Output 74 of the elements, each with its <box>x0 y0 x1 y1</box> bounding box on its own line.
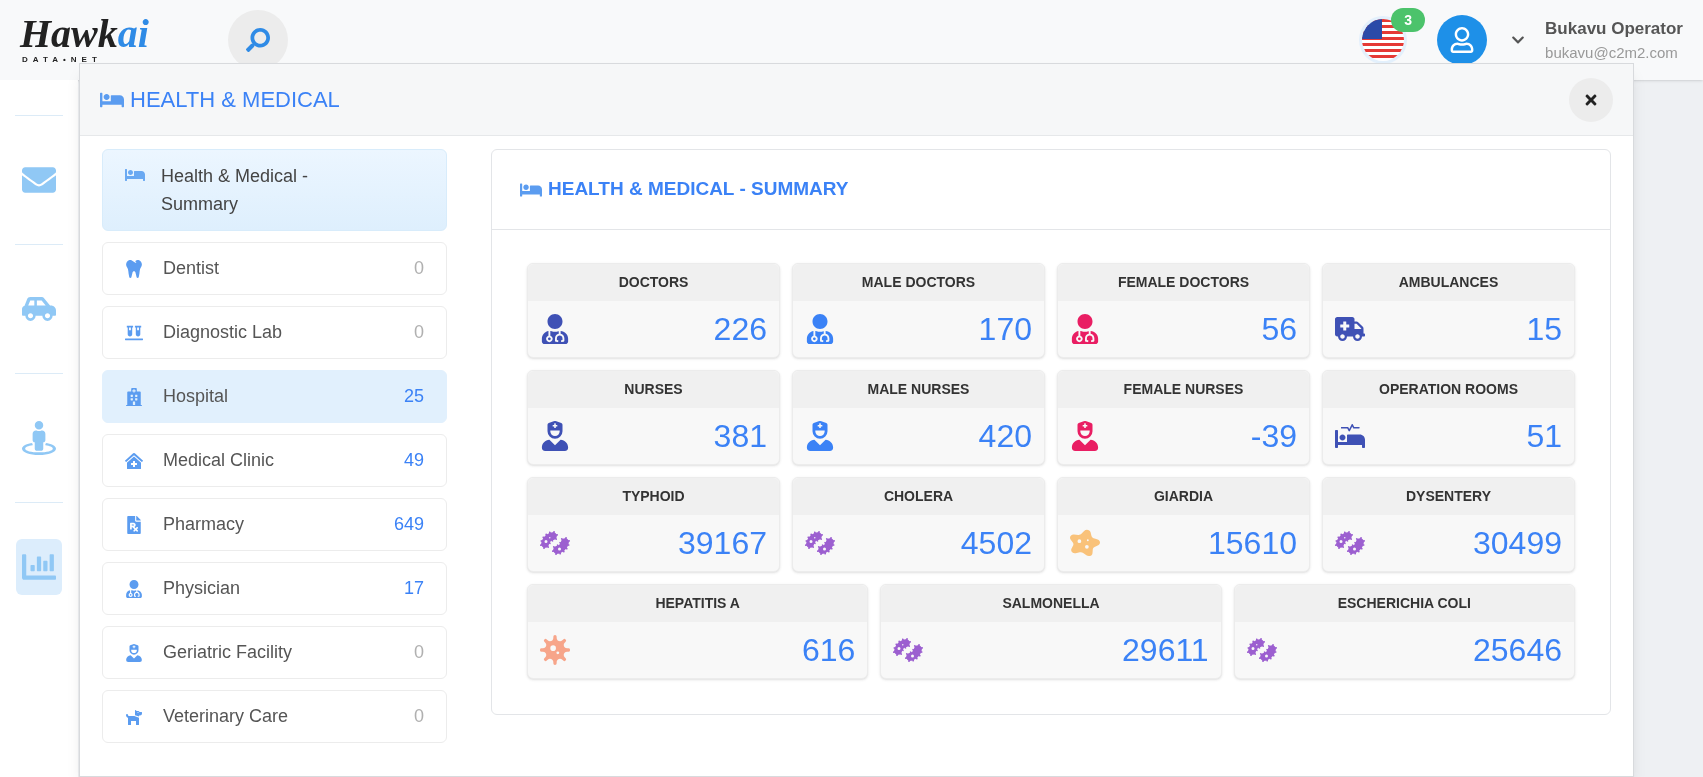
category-item[interactable]: Hospital 25 <box>102 370 447 423</box>
stat-value: 170 <box>978 310 1032 349</box>
stat-value: 616 <box>801 631 856 670</box>
stat-label: ESCHERICHIA COLI <box>1337 594 1471 613</box>
category-label: Dentist <box>163 257 221 280</box>
stat-label: OPERATION ROOMS <box>1379 380 1518 399</box>
stat-label: DYSENTERY <box>1405 487 1492 506</box>
nurse-icon <box>125 643 143 662</box>
doctor-icon <box>125 579 143 598</box>
user-name: Bukavu Operator <box>1545 18 1683 40</box>
category-item[interactable]: Veterinary Care 0 <box>102 690 447 743</box>
category-item[interactable]: Pharmacy 649 <box>102 498 447 551</box>
dog-icon <box>125 707 143 726</box>
stat-label: TYPHOID <box>622 487 685 506</box>
category-count: 17 <box>403 577 424 600</box>
stat-value: 30499 <box>1473 524 1562 563</box>
panel-title: HEALTH & MEDICAL - SUMMARY <box>548 177 849 202</box>
stat-label: DOCTORS <box>618 273 689 292</box>
category-count: 0 <box>414 705 424 728</box>
user-email: bukavu@c2m2.com <box>1545 42 1678 63</box>
category-count: 25 <box>403 385 424 408</box>
category-label: Veterinary Care <box>163 705 290 728</box>
category-item[interactable]: Diagnostic Lab 0 <box>102 306 447 359</box>
stat-label: NURSES <box>624 380 683 399</box>
stat-value: 56 <box>1261 310 1297 349</box>
category-count: 0 <box>414 641 424 664</box>
user-icon <box>1449 27 1476 53</box>
stat-label: AMBULANCES <box>1398 273 1499 292</box>
clinic-icon <box>125 451 143 470</box>
category-count: 49 <box>403 449 424 472</box>
stat-value: 420 <box>978 417 1032 456</box>
category-label: Pharmacy <box>163 513 246 536</box>
category-label: Medical Clinic <box>163 449 276 472</box>
stat-label: MALE NURSES <box>867 380 970 399</box>
stat-value: 15 <box>1526 310 1562 349</box>
stat-value: 25646 <box>1473 631 1562 670</box>
hospital-building-icon <box>125 387 143 406</box>
stat-value: 51 <box>1526 417 1562 456</box>
user-avatar[interactable] <box>1437 15 1488 65</box>
category-label: Geriatric Facility <box>163 641 293 664</box>
stat-value: 39167 <box>678 524 767 563</box>
modal-title: HEALTH & MEDICAL <box>130 86 340 114</box>
person-icon <box>22 421 56 455</box>
stat-label: FEMALE NURSES <box>1123 380 1244 399</box>
notification-badge: 3 <box>1391 8 1426 32</box>
prescription-icon <box>125 515 143 534</box>
category-count: 0 <box>414 257 424 280</box>
category-label: Diagnostic Lab <box>163 321 284 344</box>
logo[interactable]: Hawkai DATA•NET <box>20 14 160 66</box>
test-tubes-icon <box>125 323 143 342</box>
summary-item[interactable]: Health & Medical - Summary <box>102 149 447 231</box>
stat-value: 381 <box>713 417 767 456</box>
search-icon <box>246 28 270 52</box>
category-item[interactable]: Medical Clinic 49 <box>102 434 447 487</box>
stat-value: 15610 <box>1208 524 1297 563</box>
category-label: Physician <box>163 577 242 600</box>
category-count: 0 <box>414 321 424 344</box>
close-button[interactable] <box>1569 77 1613 122</box>
stat-value: 226 <box>713 310 767 349</box>
stat-label: GIARDIA <box>1153 487 1214 506</box>
stat-label: CHOLERA <box>883 487 954 506</box>
stat-value: 29611 <box>1122 631 1209 670</box>
stat-label: MALE DOCTORS <box>861 273 976 292</box>
category-item[interactable]: Dentist 0 <box>102 242 447 295</box>
category-item[interactable]: Geriatric Facility 0 <box>102 626 447 679</box>
tooth-icon <box>125 259 143 278</box>
stat-value: -39 <box>1250 417 1297 456</box>
stat-label: HEPATITIS A <box>655 594 740 613</box>
category-item[interactable]: Physician 17 <box>102 562 447 615</box>
stat-label: SALMONELLA <box>1002 594 1100 613</box>
stat-value: 4502 <box>960 524 1032 563</box>
stat-label: FEMALE DOCTORS <box>1117 273 1250 292</box>
category-count: 649 <box>393 513 424 536</box>
category-label: Hospital <box>163 385 230 408</box>
